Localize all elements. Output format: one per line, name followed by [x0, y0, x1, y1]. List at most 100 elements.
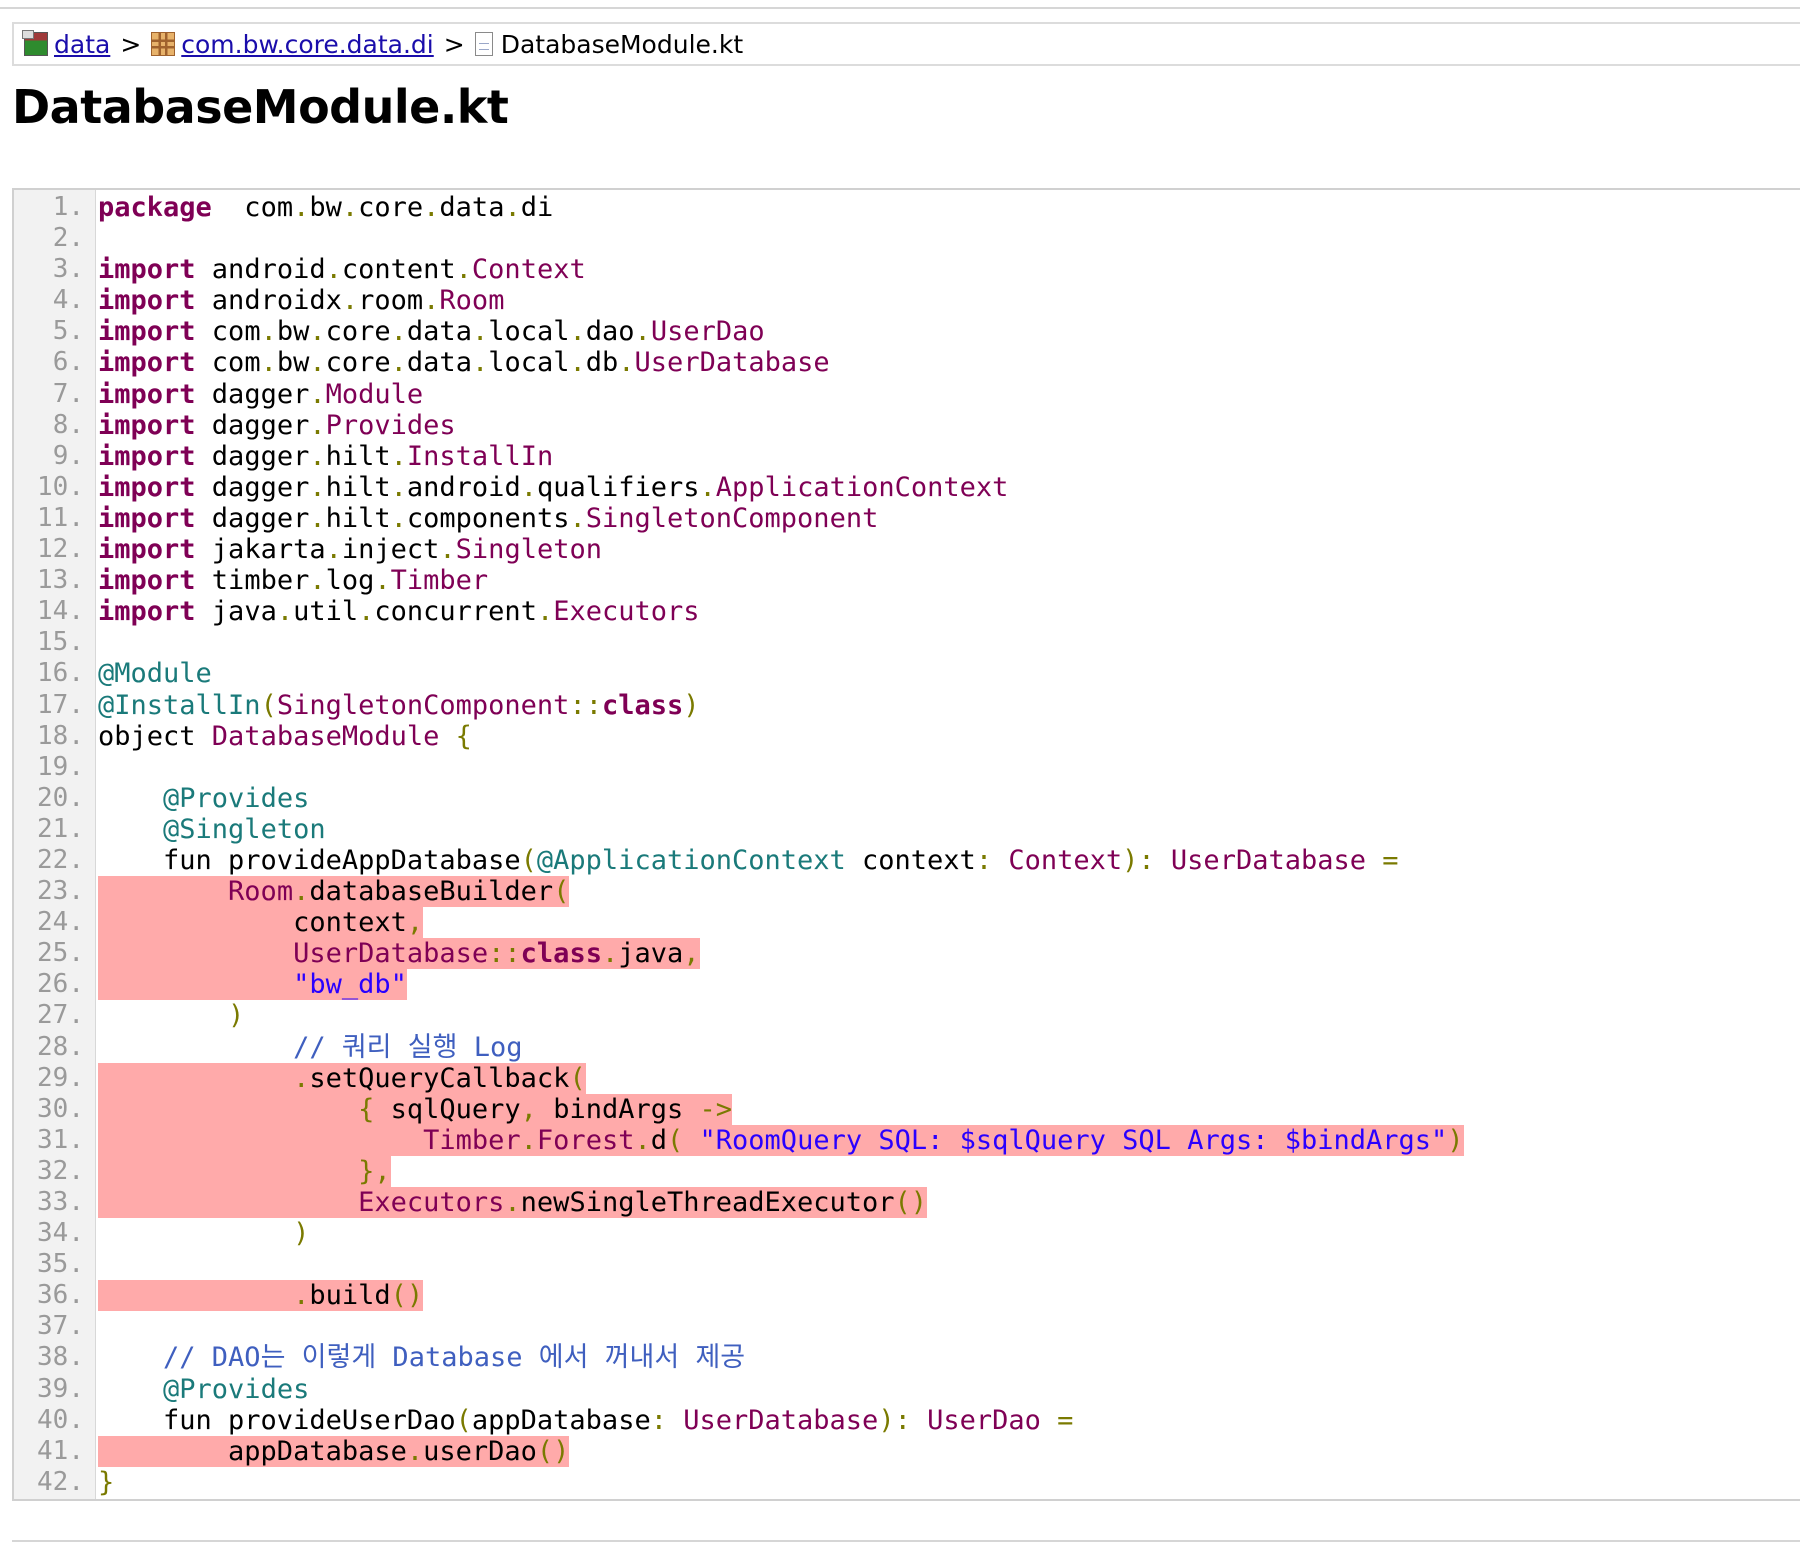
- code-token: import: [98, 409, 196, 441]
- code-token: (: [667, 1124, 684, 1156]
- uncovered-highlight: "bw_db": [98, 969, 407, 1001]
- code-token: ,: [406, 907, 424, 939]
- code-token: timber: [195, 565, 310, 597]
- code-token: (: [260, 689, 277, 721]
- code-text: import android.content.Context: [98, 254, 586, 285]
- code-token: .: [309, 316, 326, 348]
- uncovered-highlight: Timber.Forest.d( "RoomQuery SQL: $sqlQue…: [98, 1124, 1464, 1156]
- code-token: local: [488, 316, 570, 348]
- code-token: DatabaseModule: [211, 720, 440, 752]
- code-token: hilt: [325, 440, 391, 472]
- code-token: .: [406, 1435, 424, 1467]
- breadcrumb-item-data[interactable]: data: [22, 30, 110, 59]
- code-lines: 1. package com.bw.core.data.di 2. 3. import …: [14, 192, 1800, 1498]
- code-token: "bw_db": [293, 969, 407, 1001]
- code-token: .: [569, 347, 586, 379]
- code-token: dagger: [195, 409, 310, 441]
- code-token: dao: [585, 316, 635, 348]
- line-number: 25.: [37, 938, 84, 969]
- line-number: 19.: [37, 751, 84, 782]
- code-line: 10. import dagger.hilt.android.qualifiers…: [14, 472, 1800, 503]
- source-file-icon: [474, 32, 493, 56]
- breadcrumb-separator: >: [120, 29, 142, 59]
- code-token: .: [276, 596, 294, 628]
- code-line: 32. },: [14, 1155, 1800, 1187]
- code-token: Module: [325, 378, 424, 410]
- code-token: .: [471, 347, 489, 379]
- code-line: 37.: [14, 1311, 1800, 1342]
- code-token: .: [293, 876, 310, 908]
- breadcrumb-item-package[interactable]: com.bw.core.data.di: [151, 30, 434, 59]
- code-text: @Singleton: [98, 814, 326, 845]
- code-token: UserDao: [650, 316, 765, 348]
- line-number: 11.: [37, 502, 84, 533]
- line-number: 39.: [37, 1373, 84, 1404]
- code-token: .: [260, 347, 277, 379]
- code-line: 13. import timber.log.Timber: [14, 565, 1800, 596]
- code-line: 12. import jakarta.inject.Singleton: [14, 534, 1800, 565]
- breadcrumb-link-data[interactable]: data: [54, 30, 110, 59]
- code-line: 4. import androidx.room.Room: [14, 285, 1800, 316]
- code-token: import: [98, 347, 196, 379]
- code-token: androidx: [195, 285, 342, 317]
- uncovered-highlight: context,: [98, 907, 424, 939]
- code-line: 14. import java.util.concurrent.Executors: [14, 596, 1800, 627]
- code-token: .: [423, 192, 440, 223]
- code-token: .: [390, 347, 407, 379]
- code-line: 8. import dagger.Provides: [14, 410, 1800, 441]
- breadcrumb-current-file: DatabaseModule.kt: [500, 29, 744, 59]
- code-text: Room.databaseBuilder(: [98, 876, 570, 908]
- line-number: 1.: [52, 192, 84, 222]
- code-token: Room: [439, 285, 505, 317]
- code-token: com: [195, 316, 261, 348]
- breadcrumb-link-package[interactable]: com.bw.core.data.di: [181, 30, 433, 59]
- code-text: import java.util.concurrent.Executors: [98, 596, 700, 627]
- code-text: appDatabase.userDao(): [98, 1435, 570, 1467]
- code-token: ): [683, 689, 700, 721]
- line-number: 21.: [37, 813, 84, 844]
- code-token: import: [98, 565, 196, 597]
- code-token: .: [309, 409, 326, 441]
- line-number: 31.: [37, 1124, 84, 1155]
- line-number: 28.: [37, 1031, 84, 1062]
- code-token: (): [894, 1187, 928, 1218]
- line-number: 32.: [37, 1155, 84, 1186]
- code-line: 6. import com.bw.core.data.local.db.UserD…: [14, 347, 1800, 378]
- code-token: .: [455, 254, 472, 286]
- uncovered-highlight: { sqlQuery, bindArgs ->: [98, 1093, 733, 1125]
- code-token: setQueryCallback: [309, 1062, 570, 1094]
- code-token: UserDao: [927, 1404, 1041, 1436]
- breadcrumb-item-file: DatabaseModule.kt: [474, 29, 744, 59]
- code-text: import dagger.hilt.components.SingletonC…: [98, 503, 878, 534]
- code-line: 2.: [14, 223, 1800, 254]
- code-token: ): [228, 1000, 245, 1032]
- code-token: hilt: [325, 502, 391, 534]
- line-number: 14.: [37, 596, 84, 627]
- code-line: 39. @Provides: [14, 1374, 1800, 1405]
- line-number: 30.: [37, 1093, 84, 1124]
- code-token: .: [341, 285, 359, 317]
- code-text: }: [98, 1467, 114, 1498]
- line-number: 4.: [52, 285, 84, 316]
- code-token: java: [195, 596, 277, 628]
- code-token: // DAO는 이렇게 Database 에서 꺼내서 제공: [163, 1342, 746, 1374]
- breadcrumb: data > com.bw.core.data.di > DatabaseMod…: [12, 22, 1800, 66]
- line-number: 34.: [37, 1218, 84, 1249]
- code-line: 31. Timber.Forest.d( "RoomQuery SQL: $sq…: [14, 1124, 1800, 1156]
- code-token: .: [390, 316, 407, 348]
- code-token: .: [699, 471, 716, 503]
- code-token: (: [553, 876, 570, 908]
- code-token: import: [98, 471, 196, 503]
- code-token: bw: [309, 192, 342, 223]
- line-number: 26.: [37, 969, 84, 1000]
- line-number: 20.: [37, 782, 84, 813]
- line-number: 35.: [37, 1249, 84, 1280]
- code-token: userDao: [423, 1435, 537, 1467]
